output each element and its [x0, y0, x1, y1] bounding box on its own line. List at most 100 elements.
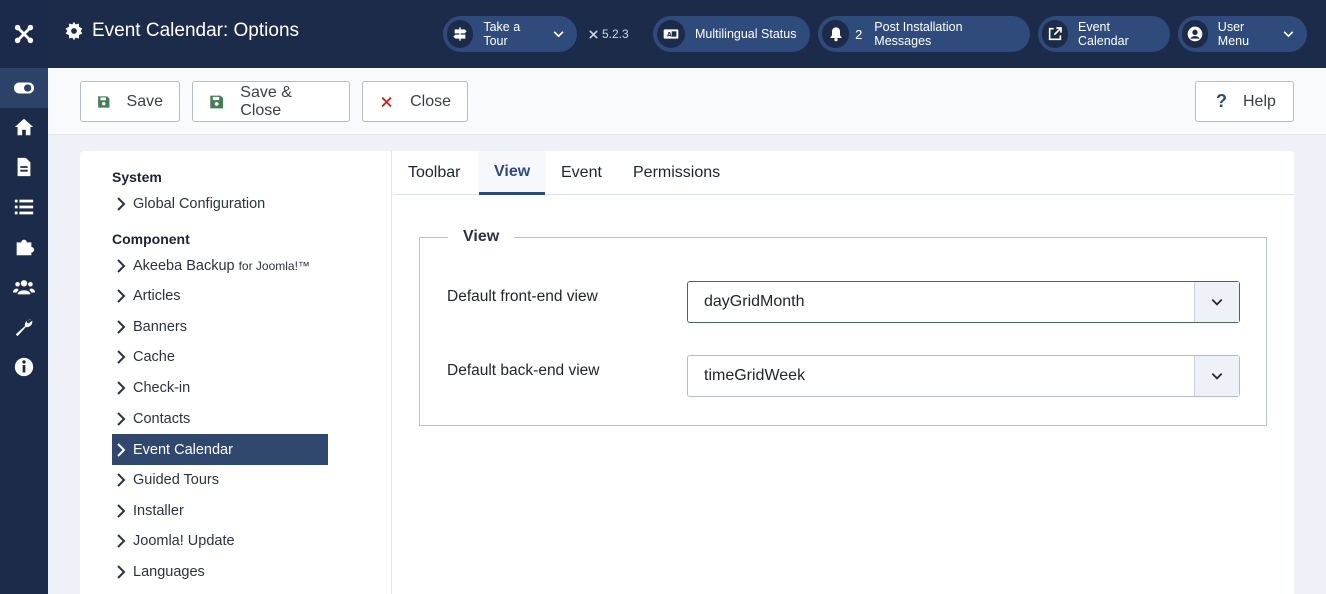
- sidebar-toggle-menu[interactable]: [0, 68, 48, 108]
- nav-item-label: Joomla! Update: [133, 532, 235, 549]
- chevron-down-icon: [1283, 31, 1294, 38]
- tab-permissions[interactable]: Permissions: [618, 151, 735, 195]
- save-icon: [98, 95, 110, 108]
- component-nav: System Global Configuration Component Ak…: [80, 151, 392, 594]
- user-icon-wrap: [1182, 20, 1208, 48]
- nav-item-guided-tours[interactable]: Guided Tours: [112, 464, 328, 495]
- language-icon: A: [663, 29, 679, 39]
- external-link-icon-wrap: [1042, 20, 1068, 48]
- post-install-label: Post Installation Messages: [874, 20, 963, 48]
- signpost-icon: [453, 27, 467, 41]
- nav-item-check-in[interactable]: Check-in: [112, 372, 328, 403]
- post-install-count: 2: [855, 26, 863, 42]
- gear-icon: [65, 21, 83, 41]
- nav-item-label: Check-in: [133, 379, 191, 396]
- backend-view-select[interactable]: timeGridWeek: [687, 355, 1240, 397]
- nav-item-label: Languages: [133, 563, 205, 580]
- save-close-label: Save & Close: [240, 83, 292, 119]
- nav-item-banners[interactable]: Banners: [112, 311, 328, 342]
- chevron-down-icon: [1211, 373, 1223, 380]
- joomla-logo[interactable]: [0, 0, 48, 68]
- chevron-right-icon: [117, 472, 126, 487]
- save-close-button[interactable]: Save & Close: [192, 81, 350, 122]
- save-icon: [210, 95, 224, 108]
- nav-item-label: Event Calendar: [133, 441, 233, 458]
- close-label: Close: [410, 92, 451, 110]
- event-calendar-header-label: Event Calendar: [1078, 20, 1129, 48]
- info-icon: [14, 357, 34, 377]
- save-button[interactable]: Save: [80, 81, 180, 122]
- sidebar-components[interactable]: [0, 227, 48, 267]
- sidebar-users[interactable]: [0, 267, 48, 307]
- bell-icon-wrap: [822, 20, 850, 48]
- help-button[interactable]: ? Help: [1195, 81, 1294, 122]
- chevron-right-icon: [117, 319, 126, 334]
- sidebar-content[interactable]: [0, 147, 48, 187]
- wrench-icon: [15, 319, 33, 337]
- nav-item-installer[interactable]: Installer: [112, 495, 328, 526]
- close-button[interactable]: Close: [362, 81, 468, 122]
- frontend-view-select[interactable]: dayGridMonth: [687, 281, 1240, 323]
- file-icon: [17, 157, 31, 177]
- post-installation-messages-button[interactable]: 2 Post Installation Messages: [818, 16, 1030, 52]
- nav-item-articles[interactable]: Articles: [112, 280, 328, 311]
- nav-item-joomla-update[interactable]: Joomla! Update: [112, 525, 328, 556]
- user-menu-label: User Menu: [1217, 20, 1250, 48]
- user-menu-button[interactable]: User Menu: [1178, 16, 1307, 52]
- chevron-right-icon: [117, 380, 126, 395]
- chevron-right-icon: [117, 196, 126, 211]
- save-label: Save: [126, 92, 163, 110]
- page-title: Event Calendar: Options: [64, 20, 299, 42]
- nav-item-akeeba-backup[interactable]: Akeeba Backup for Joomla!™: [112, 250, 328, 281]
- chevron-right-icon: [117, 533, 126, 548]
- nav-item-contacts[interactable]: Contacts: [112, 403, 328, 434]
- chevron-down-icon: [1211, 299, 1223, 306]
- close-icon: [381, 96, 392, 107]
- version-text: 5.2.3: [602, 27, 629, 41]
- language-icon-wrap: A: [657, 20, 685, 48]
- frontend-view-label: Default front-end view: [447, 288, 598, 305]
- view-legend: View: [448, 228, 515, 246]
- chevron-right-icon: [117, 564, 126, 579]
- nav-item-label: Akeeba Backup: [133, 257, 235, 274]
- sidebar-menus[interactable]: [0, 187, 48, 227]
- nav-item-cache[interactable]: Cache: [112, 341, 328, 372]
- backend-view-label: Default back-end view: [447, 362, 600, 379]
- header-bar: Event Calendar: Options Take a Tour 5.2.…: [48, 0, 1326, 68]
- question-icon: ?: [1216, 91, 1227, 111]
- options-panel: System Global Configuration Component Ak…: [80, 151, 1294, 594]
- tab-toolbar[interactable]: Toolbar: [393, 151, 475, 195]
- svg-text:A: A: [667, 32, 672, 39]
- nav-item-event-calendar[interactable]: Event Calendar: [112, 434, 328, 465]
- chevron-right-icon: [117, 442, 126, 457]
- chevron-right-icon: [117, 411, 126, 426]
- external-link-icon: [1048, 27, 1062, 41]
- nav-item-label: Articles: [133, 287, 181, 304]
- event-calendar-site-button[interactable]: Event Calendar: [1038, 16, 1170, 52]
- nav-item-label: Installer: [133, 502, 184, 519]
- backend-view-value: timeGridWeek: [704, 367, 806, 384]
- toggle-icon: [13, 82, 35, 94]
- sidebar-system[interactable]: [0, 307, 48, 347]
- nav-item-label: Global Configuration: [133, 195, 266, 212]
- sidebar-home[interactable]: [0, 107, 48, 147]
- help-label: Help: [1243, 92, 1276, 110]
- multilingual-status-button[interactable]: A Multilingual Status: [653, 16, 810, 52]
- sidebar-help[interactable]: [0, 347, 48, 387]
- frontend-dropdown-arrow: [1194, 282, 1239, 322]
- action-toolbar: Save Save & Close Close ? Help: [48, 68, 1326, 135]
- take-tour-label: Take a Tour: [483, 20, 521, 48]
- nav-item-suffix: for Joomla!™: [238, 258, 310, 273]
- main-sidebar: [0, 0, 48, 594]
- nav-item-global-configuration[interactable]: Global Configuration: [112, 188, 328, 219]
- chevron-right-icon: [117, 258, 126, 273]
- joomla-small-icon: [589, 29, 598, 39]
- nav-heading-system: System: [112, 169, 162, 185]
- tab-event[interactable]: Event: [546, 151, 617, 195]
- joomla-version: 5.2.3: [588, 27, 629, 41]
- tab-view[interactable]: View: [479, 151, 546, 195]
- page-title-text: Event Calendar: Options: [92, 20, 300, 41]
- nav-item-languages[interactable]: Languages: [112, 556, 328, 587]
- take-tour-button[interactable]: Take a Tour: [443, 16, 577, 52]
- list-icon: [14, 199, 34, 215]
